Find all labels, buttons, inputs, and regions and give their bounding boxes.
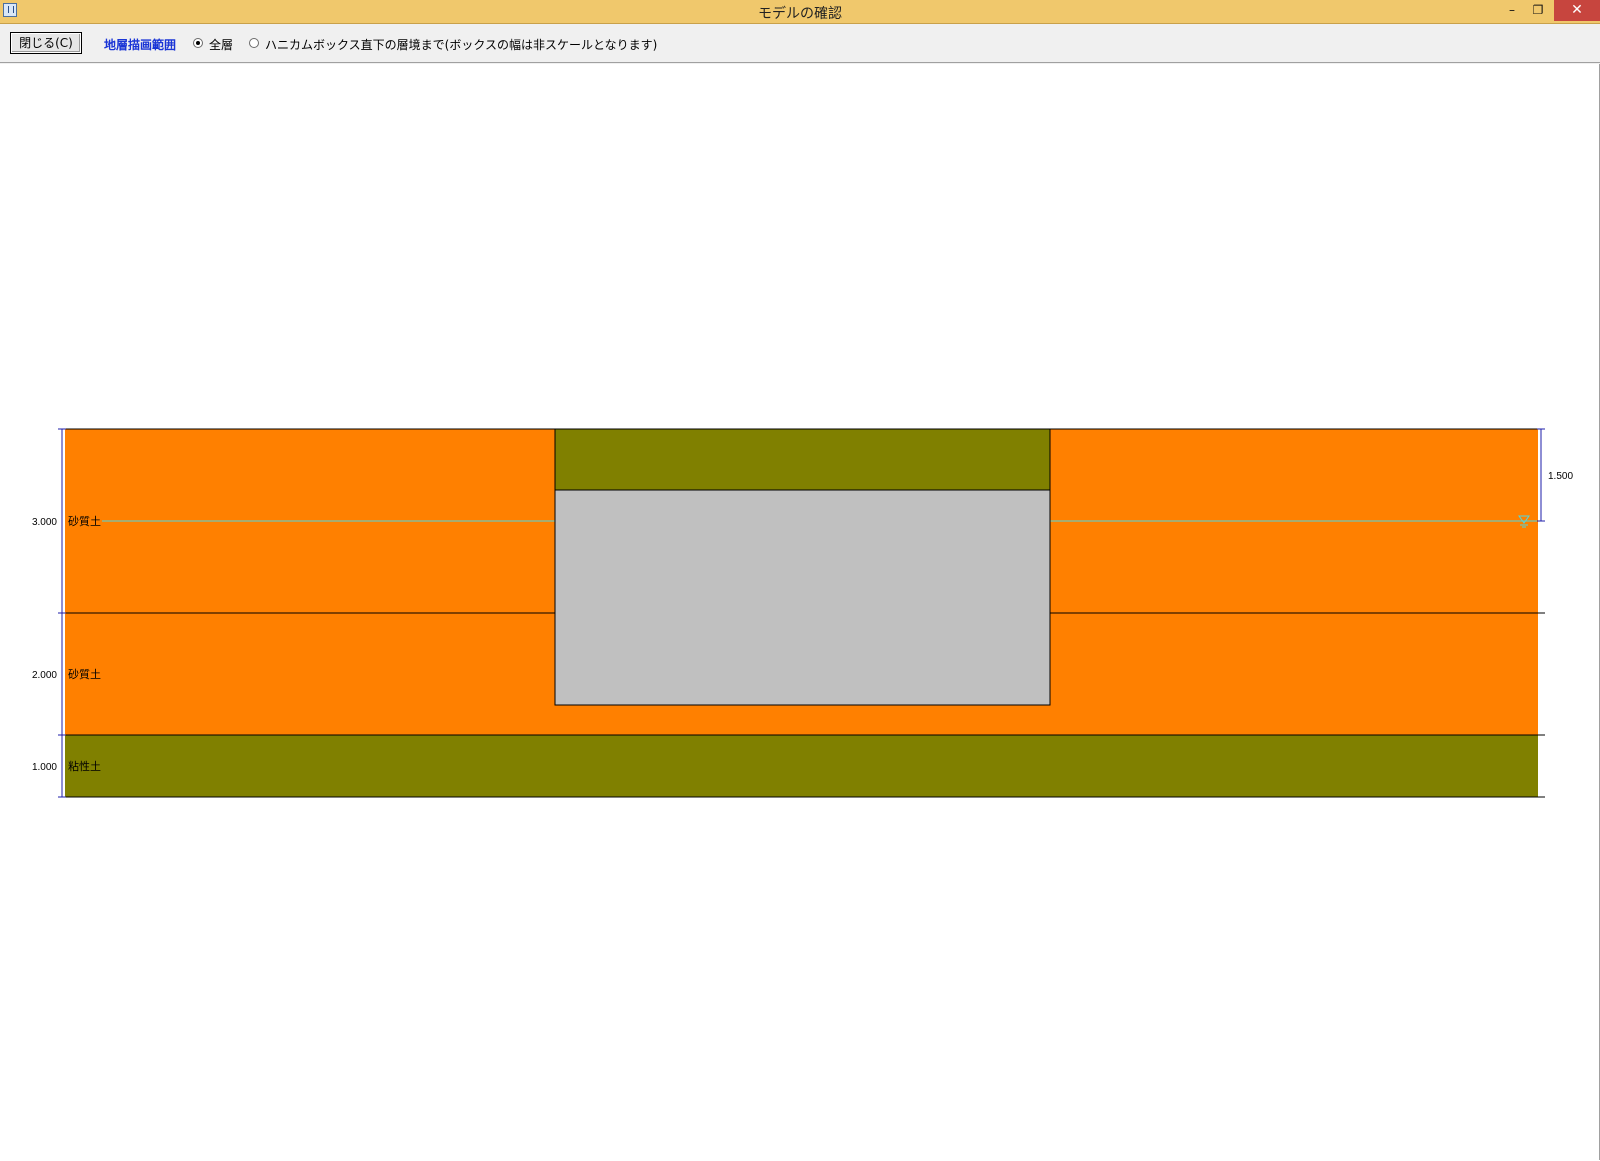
close-button[interactable]: 閉じる(C) [10, 32, 82, 54]
soil-name-label: 粘性土 [68, 759, 101, 773]
restore-button[interactable]: ❐ [1526, 0, 1550, 21]
layer-thickness-label: 1.000 [32, 762, 57, 773]
layer-thickness-label: 2.000 [32, 670, 57, 681]
radio-all-layers-label[interactable]: 全層 [209, 36, 233, 53]
soil-layer-3 [65, 735, 1538, 797]
layer-thickness-label: 3.000 [32, 517, 57, 528]
radio-all-layers[interactable] [193, 38, 203, 48]
toolbar: 閉じる(C) 地層描画範囲 全層 ハニカムボックス直下の層境まで(ボックスの幅は… [0, 24, 1600, 63]
soil-name-label: 砂質土 [68, 514, 101, 528]
box-cover-soil [554, 428, 1051, 491]
model-drawing: 3.000 2.000 1.000 砂質土 砂質土 粘性土 1.500 [32, 428, 1573, 798]
drawing-range-label: 地層描画範囲 [104, 38, 177, 52]
radio-below-box[interactable] [249, 38, 259, 48]
minimize-button[interactable]: – [1500, 0, 1524, 21]
close-window-button[interactable]: ✕ [1554, 0, 1600, 21]
honeycomb-box [554, 489, 1051, 706]
soil-name-label: 砂質土 [68, 667, 101, 681]
water-level-depth-label: 1.500 [1548, 471, 1573, 482]
model-canvas: 3.000 2.000 1.000 砂質土 砂質土 粘性土 1.500 [0, 64, 1600, 1161]
window-title: モデルの確認 [758, 6, 842, 22]
radio-below-box-label[interactable]: ハニカムボックス直下の層境まで(ボックスの幅は非スケールとなります) [265, 36, 657, 53]
title-bar: モデルの確認 – ❐ ✕ [0, 0, 1600, 24]
